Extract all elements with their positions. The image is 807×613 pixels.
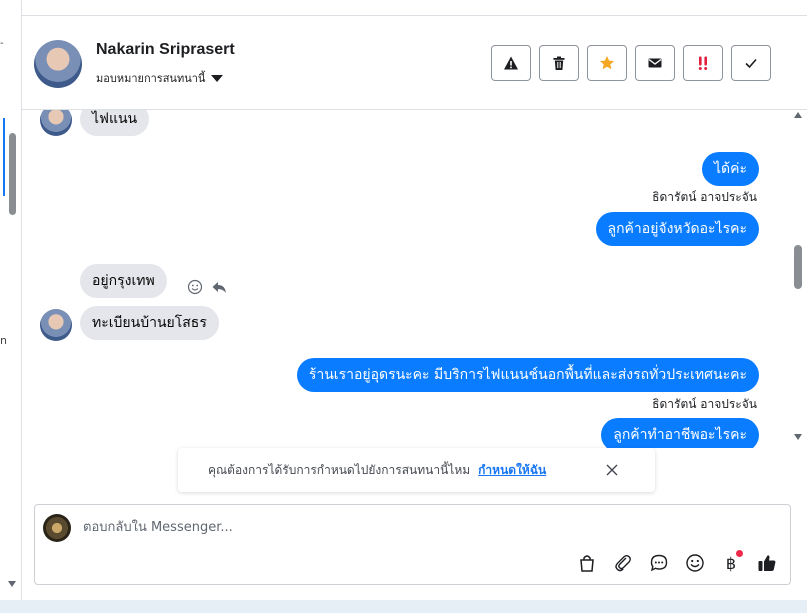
left-fragment-mid: n: [0, 334, 7, 347]
scroll-up-icon[interactable]: [794, 112, 802, 118]
composer-tools: ฿: [576, 550, 778, 574]
check-icon: [745, 58, 757, 69]
star-icon: [600, 56, 614, 70]
urgent-icon: [698, 56, 708, 70]
reply-input[interactable]: [83, 515, 583, 539]
scroll-down-icon[interactable]: [794, 434, 802, 440]
saved-replies-button[interactable]: [648, 552, 670, 574]
left-fragment-top: -: [0, 38, 4, 49]
emoji-button[interactable]: [684, 552, 706, 574]
page-avatar: [43, 514, 71, 542]
sender-name: ธิดารัตน์ อาจประจัน: [652, 397, 757, 411]
thumbs-up-icon: [758, 555, 776, 571]
mail-icon: [648, 58, 662, 68]
emoji-icon: [686, 554, 704, 572]
trash-icon: [553, 56, 565, 70]
message-thread[interactable]: ไฟแนน ได้ค่ะ ธิดารัตน์ อาจประจัน ลูกค้าอ…: [22, 110, 807, 448]
warning-icon: [504, 56, 518, 70]
header-actions: [491, 45, 771, 81]
shop-button[interactable]: [576, 552, 598, 574]
chevron-down-icon: [211, 74, 224, 82]
mark-unread-button[interactable]: [635, 45, 675, 81]
follow-up-button[interactable]: [587, 45, 627, 81]
message-outgoing[interactable]: ได้ค่ะ: [701, 152, 759, 186]
message-outgoing[interactable]: ลูกค้าทำอาชีพอะไรคะ: [601, 418, 759, 448]
mark-spam-button[interactable]: [491, 45, 531, 81]
baht-icon: ฿: [725, 553, 737, 573]
delete-button[interactable]: [539, 45, 579, 81]
message-outgoing[interactable]: ร้านเราอยู่อุดรนะคะ มีบริการไฟแนนช์นอกพื…: [296, 358, 759, 392]
message-actions: [187, 279, 227, 295]
close-icon[interactable]: [603, 461, 621, 479]
message-incoming[interactable]: ทะเบียนบ้านยโสธร: [80, 306, 219, 340]
conversation-list-edge: - n: [0, 0, 22, 600]
like-button[interactable]: [756, 552, 778, 574]
notice-text: คุณต้องการได้รับการกำหนดไปยังการสนทนานี้…: [208, 462, 471, 477]
conversation-header: Nakarin Sriprasert มอบหมายการสนทนานี้: [22, 16, 807, 110]
mark-done-button[interactable]: [731, 45, 771, 81]
conversation-pane: Nakarin Sriprasert มอบหมายการสนทนานี้ ไฟ…: [22, 0, 807, 600]
list-scrollbar[interactable]: [9, 133, 16, 215]
reply-composer: ฿: [34, 504, 791, 585]
assign-dropdown[interactable]: มอบหมายการสนทนานี้: [96, 69, 224, 87]
payment-button[interactable]: ฿: [720, 550, 743, 574]
message-incoming[interactable]: อยู่กรุงเทพ: [80, 264, 167, 298]
assign-label: มอบหมายการสนทนานี้: [96, 72, 206, 85]
list-scroll-down-icon[interactable]: [8, 581, 16, 587]
chat-bubble-icon: [650, 554, 668, 572]
assign-notice: คุณต้องการได้รับการกำหนดไปยังการสนทนานี้…: [178, 448, 655, 492]
emoji-icon[interactable]: [187, 279, 203, 295]
contact-avatar-small: [40, 110, 72, 136]
contact-avatar-small: [40, 309, 72, 341]
message-incoming[interactable]: ไฟแนน: [80, 110, 150, 136]
inbox-window: - n Nakarin Sriprasert มอบหมายการสนทนานี…: [0, 0, 807, 613]
contact-avatar[interactable]: [34, 40, 82, 88]
attach-button[interactable]: [612, 552, 634, 574]
assign-to-me-link[interactable]: กำหนดให้ฉัน: [478, 461, 546, 480]
thread-scroll-thumb[interactable]: [794, 245, 802, 289]
notification-dot: [736, 550, 743, 557]
priority-button[interactable]: [683, 45, 723, 81]
reply-icon[interactable]: [211, 279, 227, 295]
bag-icon: [580, 555, 594, 572]
contact-name[interactable]: Nakarin Sriprasert: [96, 41, 235, 59]
message-outgoing[interactable]: ลูกค้าอยู่จังหวัดอะไรคะ: [595, 212, 759, 246]
thread-scrollbar[interactable]: [793, 110, 803, 448]
selected-indicator: [3, 118, 5, 196]
sender-name: ธิดารัตน์ อาจประจัน: [652, 190, 757, 204]
paperclip-icon: [615, 554, 631, 572]
